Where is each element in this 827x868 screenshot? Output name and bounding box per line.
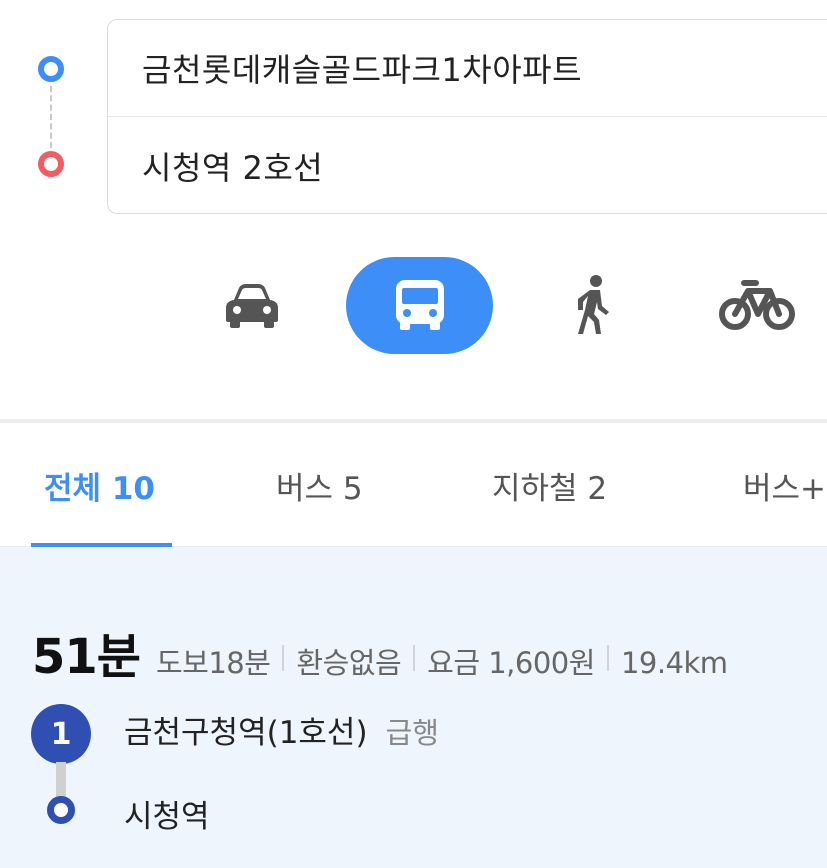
destination-input[interactable]: 시청역 2호선 xyxy=(108,117,827,214)
route-markers xyxy=(0,0,100,220)
tab-subway[interactable]: 지하철 2 xyxy=(492,423,607,547)
route-connector-line xyxy=(50,86,52,148)
destination-text: 시청역 2호선 xyxy=(142,148,324,187)
walk-time: 도보18분 xyxy=(155,646,271,680)
route-result-card[interactable]: 51분 도보18분 환승없음 요금 1,600원 19.4km 1 금천구청역(… xyxy=(0,547,827,868)
result-filter-tabs: 전체 10 버스 5 지하철 2 버스+ xyxy=(0,423,827,547)
car-icon xyxy=(226,284,278,328)
transfer-count: 환승없음 xyxy=(296,646,402,680)
bus-icon xyxy=(395,280,444,330)
walking-person-icon xyxy=(578,275,609,334)
origin-marker-icon xyxy=(38,56,64,82)
route-input-box: 금천롯데캐슬골드파크1차아파트 시청역 2호선 xyxy=(107,19,827,214)
arrival-station-dot-icon xyxy=(47,796,75,824)
departure-station-name: 금천구청역(1호선) xyxy=(124,715,368,751)
fare: 요금 1,600원 xyxy=(427,646,595,680)
tab-bus-plus-subway[interactable]: 버스+ xyxy=(743,423,826,547)
tab-bus[interactable]: 버스 5 xyxy=(276,423,363,547)
total-duration: 51분 xyxy=(32,629,141,685)
express-label: 급행 xyxy=(385,716,439,750)
mode-walk-button[interactable] xyxy=(553,250,633,360)
bicycle-icon xyxy=(719,280,795,330)
route-summary: 51분 도보18분 환승없음 요금 1,600원 19.4km xyxy=(32,617,728,687)
distance: 19.4km xyxy=(620,646,728,680)
origin-input[interactable]: 금천롯데캐슬골드파크1차아파트 xyxy=(108,20,827,117)
departure-station: 금천구청역(1호선) 급행 xyxy=(124,707,439,752)
transport-mode-selector xyxy=(0,250,827,360)
separator xyxy=(606,645,609,671)
mode-transit-button[interactable] xyxy=(346,250,493,360)
separator xyxy=(282,645,285,671)
arrival-station: 시청역 xyxy=(124,799,210,835)
mode-car-button[interactable] xyxy=(212,250,292,360)
directions-panel: 금천롯데캐슬골드파크1차아파트 시청역 2호선 전체 10 버스 5 지하철 2… xyxy=(0,0,827,868)
mode-transit-selected-pill xyxy=(346,256,493,354)
subway-line-1-badge: 1 xyxy=(31,704,91,764)
separator xyxy=(413,645,416,671)
destination-marker-icon xyxy=(38,151,64,177)
mode-bike-button[interactable] xyxy=(712,250,802,360)
tab-all[interactable]: 전체 10 xyxy=(44,423,155,547)
origin-text: 금천롯데캐슬골드파크1차아파트 xyxy=(142,51,583,89)
